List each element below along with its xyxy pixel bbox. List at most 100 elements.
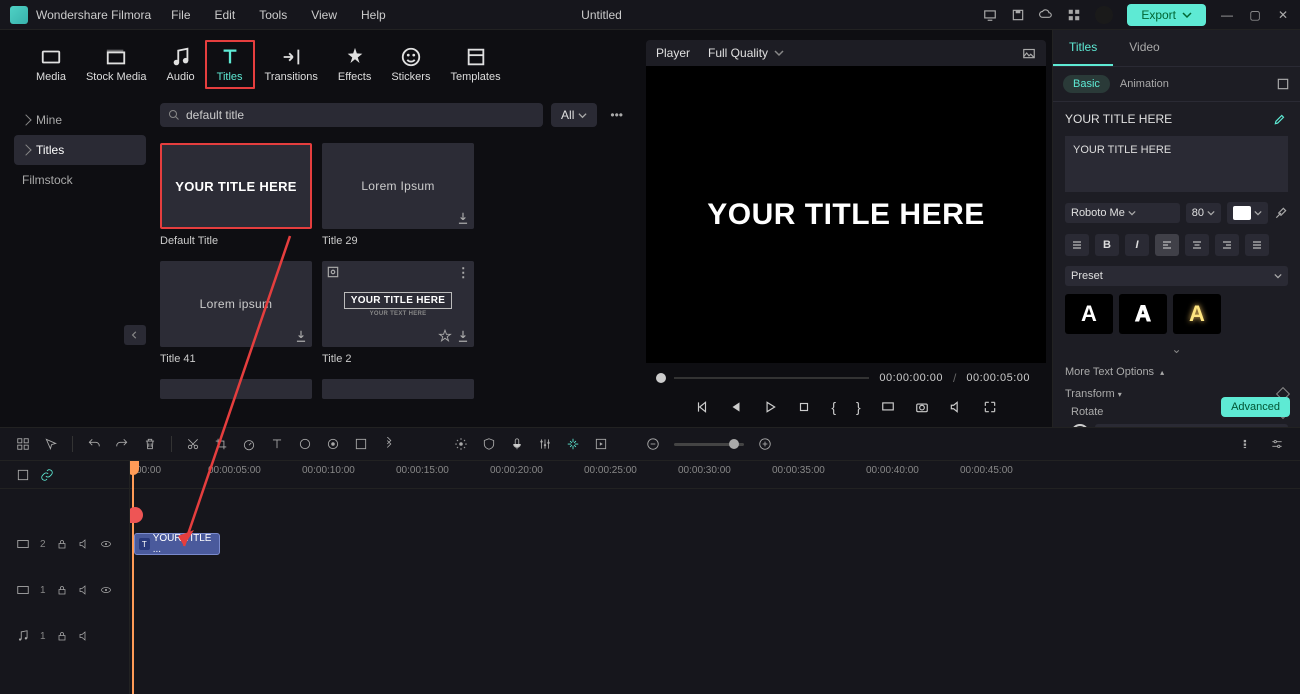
preset-outline[interactable]: A — [1119, 294, 1167, 334]
tl-more-icon[interactable] — [382, 437, 396, 451]
track-head-a1[interactable]: 1 — [0, 613, 129, 659]
tl-mic-icon[interactable] — [510, 437, 524, 451]
tab-stock-media[interactable]: Stock Media — [76, 42, 157, 87]
tab-audio[interactable]: Audio — [157, 42, 205, 87]
more-options-icon[interactable]: ••• — [605, 103, 628, 127]
thumb-title-29[interactable]: Lorem Ipsum Title 29 — [322, 143, 474, 247]
tree-item-filmstock[interactable]: Filmstock — [14, 165, 146, 195]
inspector-tab-video[interactable]: Video — [1113, 30, 1175, 66]
lock-icon[interactable] — [56, 584, 68, 596]
tl-cut-icon[interactable] — [186, 437, 200, 451]
tl-zoom-out-icon[interactable] — [646, 437, 660, 451]
more-text-options[interactable]: More Text Options▴ — [1065, 366, 1288, 378]
scrubber[interactable] — [656, 373, 869, 383]
fullscreen-icon[interactable] — [983, 400, 997, 414]
lock-icon[interactable] — [56, 630, 68, 642]
preview-viewport[interactable]: YOUR TITLE HERE — [646, 66, 1046, 363]
tab-titles[interactable]: Titles — [205, 40, 255, 89]
tl-render-icon[interactable] — [594, 437, 608, 451]
preset-dropdown[interactable]: Preset — [1065, 266, 1288, 286]
tree-item-mine[interactable]: Mine — [14, 105, 146, 135]
tl-zoom-in-icon[interactable] — [758, 437, 772, 451]
align-center-button[interactable] — [1185, 234, 1209, 256]
tab-media[interactable]: Media — [26, 42, 76, 87]
tl-link-icon[interactable] — [40, 468, 54, 482]
font-size-dropdown[interactable]: 80 — [1186, 203, 1221, 223]
font-family-dropdown[interactable]: Roboto Me — [1065, 203, 1180, 223]
tl-undo-icon[interactable] — [87, 437, 101, 451]
title-clip[interactable]: T YOUR TITLE ... — [134, 533, 220, 555]
tl-enhance-icon[interactable] — [454, 437, 468, 451]
inspector-tab-titles[interactable]: Titles — [1053, 30, 1113, 66]
italic-button[interactable]: I — [1125, 234, 1149, 256]
track-head-v1[interactable]: 1 — [0, 567, 129, 613]
tl-zoom-slider[interactable] — [674, 443, 744, 446]
align-right-button[interactable] — [1215, 234, 1239, 256]
tl-clockwise-icon[interactable] — [298, 437, 312, 451]
ai-edit-icon[interactable] — [1272, 112, 1288, 126]
minimize-icon[interactable]: — — [1220, 8, 1234, 22]
tab-transitions[interactable]: Transitions — [255, 42, 328, 87]
spacing-button[interactable] — [1065, 234, 1089, 256]
tl-view-icon[interactable] — [1242, 437, 1256, 451]
filter-dropdown[interactable]: All — [551, 103, 597, 127]
rotate-dial[interactable] — [1071, 424, 1089, 427]
tl-delete-icon[interactable] — [143, 437, 157, 451]
thumb-placeholder[interactable] — [160, 379, 312, 399]
track-head-v2[interactable]: 2 — [0, 521, 129, 567]
play-icon[interactable] — [763, 400, 777, 414]
align-left-button[interactable] — [1155, 234, 1179, 256]
mark-in-icon[interactable]: { — [831, 399, 836, 415]
thumb-placeholder[interactable] — [322, 379, 474, 399]
color-picker[interactable] — [1227, 202, 1268, 224]
visibility-icon[interactable] — [100, 584, 112, 596]
tl-settings-icon[interactable] — [1270, 437, 1284, 451]
snapshot-icon[interactable] — [1022, 46, 1036, 60]
mark-out-icon[interactable]: } — [856, 399, 861, 415]
display-mode-icon[interactable] — [881, 400, 895, 414]
download-icon[interactable] — [456, 211, 470, 225]
thumb-title-2[interactable]: ⋮ YOUR TITLE HERE YOUR TEXT HERE Title 2 — [322, 261, 474, 365]
close-icon[interactable]: ✕ — [1276, 8, 1290, 22]
thumb-more-icon[interactable]: ⋮ — [457, 265, 470, 281]
thumb-title-41[interactable]: Lorem ipsum Title 41 — [160, 261, 312, 365]
mute-icon[interactable] — [78, 538, 90, 550]
tl-mask-icon[interactable] — [354, 437, 368, 451]
subtab-animation[interactable]: Animation — [1120, 78, 1169, 90]
camera-icon[interactable] — [915, 400, 929, 414]
mute-icon[interactable] — [78, 584, 90, 596]
visibility-icon[interactable] — [100, 538, 112, 550]
maximize-icon[interactable]: ▢ — [1248, 8, 1262, 22]
quality-dropdown[interactable]: Full Quality — [708, 46, 784, 60]
timeline-ruler[interactable]: 00:00 00:00:05:00 00:00:10:00 00:00:15:0… — [130, 461, 1300, 489]
collapse-tree-button[interactable] — [124, 325, 146, 345]
tab-stickers[interactable]: Stickers — [381, 42, 440, 87]
subtab-basic[interactable]: Basic — [1063, 75, 1110, 93]
advanced-button[interactable]: Advanced — [1221, 397, 1290, 417]
tl-mixer-icon[interactable] — [538, 437, 552, 451]
rotate-value[interactable]: 0.00° — [1095, 424, 1288, 427]
mute-icon[interactable] — [78, 630, 90, 642]
bold-button[interactable]: B — [1095, 234, 1119, 256]
expand-presets-icon[interactable]: ⌄ — [1065, 342, 1288, 356]
tl-collapse-icon[interactable] — [16, 468, 30, 482]
tl-crop-icon[interactable] — [214, 437, 228, 451]
export-button[interactable]: Export — [1127, 4, 1206, 26]
title-text-input[interactable]: YOUR TITLE HERE — [1065, 136, 1288, 192]
track-a1[interactable] — [130, 613, 1300, 659]
tl-auto-icon[interactable] — [566, 437, 580, 451]
tree-item-titles[interactable]: Titles — [14, 135, 146, 165]
favorite-icon[interactable] — [438, 329, 452, 343]
tl-shield-icon[interactable] — [482, 437, 496, 451]
track-v1[interactable] — [130, 567, 1300, 613]
stop-icon[interactable] — [797, 400, 811, 414]
prev-frame-icon[interactable] — [695, 400, 709, 414]
save-icon[interactable] — [1011, 8, 1025, 22]
step-back-icon[interactable] — [729, 400, 743, 414]
reset-icon[interactable] — [1276, 77, 1290, 91]
tab-effects[interactable]: Effects — [328, 42, 381, 87]
tab-templates[interactable]: Templates — [440, 42, 510, 87]
tl-text-icon[interactable] — [270, 437, 284, 451]
tl-select-icon[interactable] — [44, 437, 58, 451]
thumb-default-title[interactable]: YOUR TITLE HERE Default Title — [160, 143, 312, 247]
